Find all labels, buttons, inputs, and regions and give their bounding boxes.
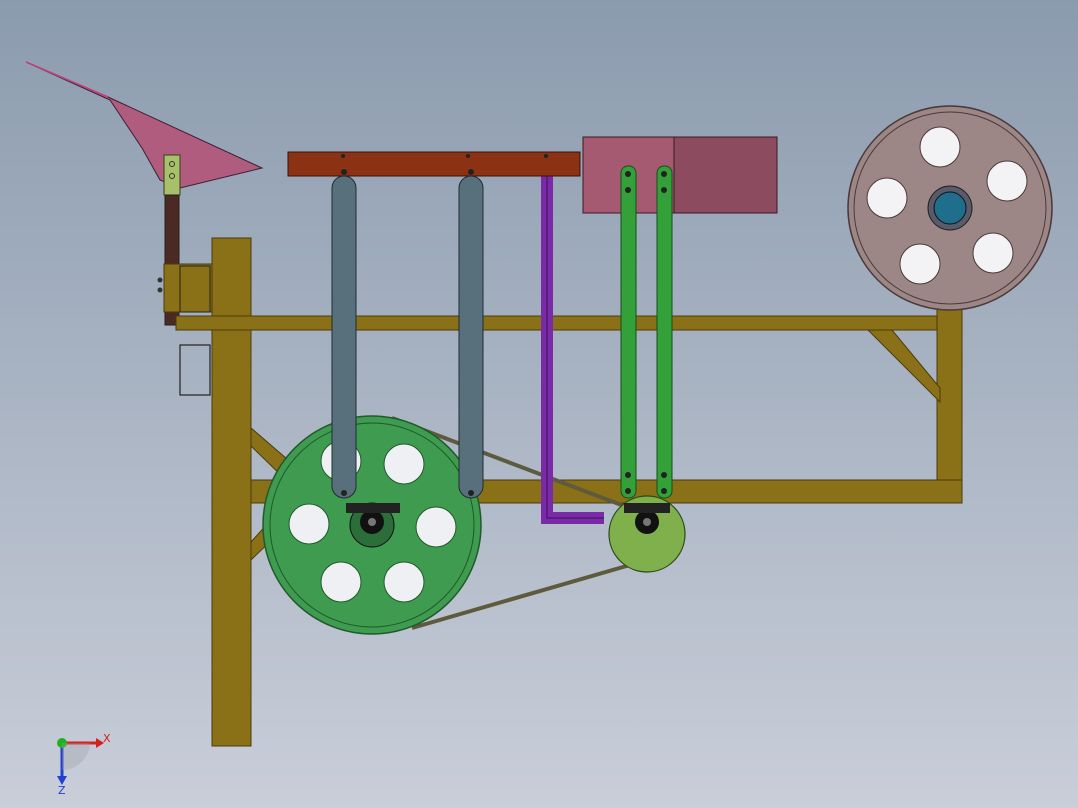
large-rear-wheel[interactable] — [847, 105, 1053, 311]
grey-rod-right — [458, 175, 484, 499]
small-pulley[interactable] — [608, 495, 686, 573]
triad-x-label: X — [103, 732, 111, 745]
pulley-hole — [383, 443, 425, 485]
link-pin — [661, 187, 667, 193]
rod-pin — [468, 490, 474, 496]
top-bar-body — [287, 151, 581, 177]
green-link-left — [620, 165, 637, 499]
pulley-hole — [320, 561, 362, 603]
cad-viewport[interactable]: X Z — [0, 0, 1078, 808]
pulley-hole — [383, 561, 425, 603]
top-bar-bolt — [466, 154, 470, 158]
post-bolt — [157, 277, 163, 283]
rod-pin — [341, 490, 347, 496]
top-rail — [175, 315, 941, 331]
large-green-pulley[interactable] — [262, 415, 482, 635]
bearing-mount — [346, 503, 400, 513]
top-bar-bolt — [341, 154, 345, 158]
hopper-side — [673, 136, 778, 214]
rod-pin — [468, 169, 474, 175]
wheel-hole — [986, 160, 1028, 202]
pulley-hole — [415, 506, 457, 548]
top-bar[interactable] — [287, 151, 581, 177]
wheel-hole — [972, 232, 1014, 274]
triad-z-label: Z — [58, 784, 66, 797]
wheel-hole — [919, 126, 961, 168]
green-link-right — [656, 165, 673, 499]
hopper-box[interactable] — [582, 136, 778, 214]
small-pulley-axle — [643, 518, 651, 526]
pulley-axle — [368, 518, 376, 526]
wheel-hole — [899, 243, 941, 285]
grey-rod-left — [331, 175, 357, 499]
left-vertical-post — [211, 237, 252, 747]
wheel-hub — [933, 191, 967, 225]
small-bearing-mount — [624, 503, 670, 513]
top-bar-bolt — [544, 154, 548, 158]
link-pin — [661, 472, 667, 478]
rod-pin — [341, 169, 347, 175]
post-bolt — [157, 287, 163, 293]
link-pin — [625, 187, 631, 193]
pulley-hole — [288, 503, 330, 545]
link-pin — [625, 472, 631, 478]
bracket-block — [163, 263, 213, 313]
link-pin — [661, 171, 667, 177]
link-pin — [625, 171, 631, 177]
link-pin — [625, 488, 631, 494]
link-pin — [661, 488, 667, 494]
wheel-hole — [866, 177, 908, 219]
